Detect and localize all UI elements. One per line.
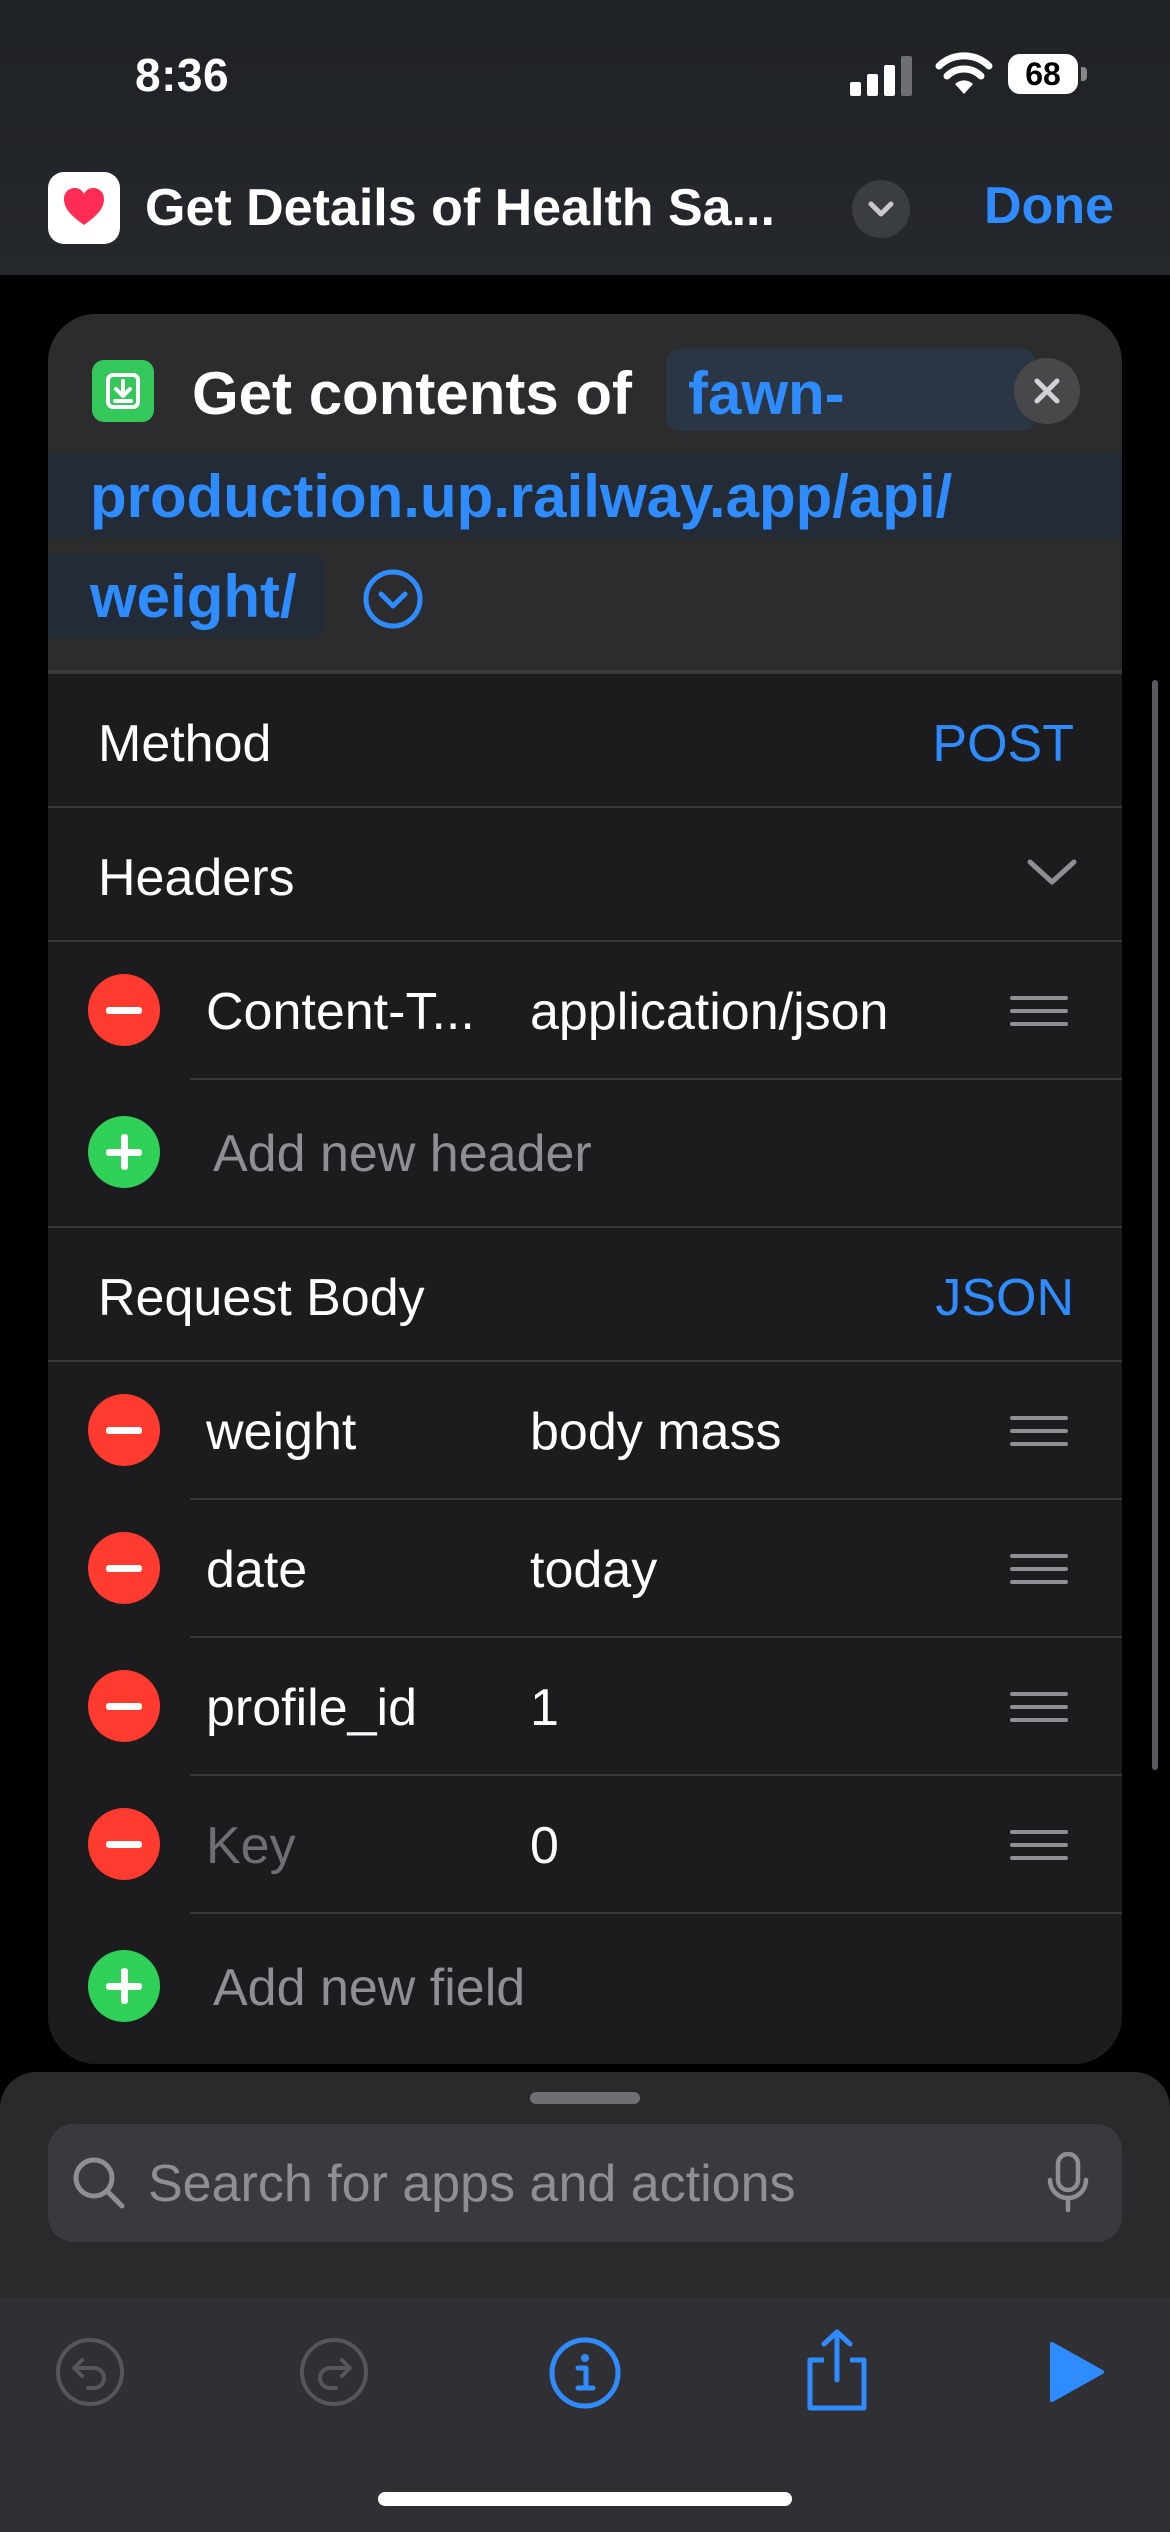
chevron-down-icon[interactable] bbox=[1026, 852, 1078, 892]
reorder-handle-icon[interactable] bbox=[1010, 1554, 1068, 1584]
delete-field-button[interactable] bbox=[88, 1670, 160, 1742]
status-bar: 8:36 68 bbox=[0, 0, 1170, 150]
body-field-row: profile_id 1 bbox=[48, 1638, 1122, 1774]
undo-icon[interactable] bbox=[54, 2336, 126, 2408]
field-key[interactable]: weight bbox=[206, 1402, 356, 1462]
remove-action-button[interactable] bbox=[1014, 358, 1080, 424]
expand-chevron-icon[interactable] bbox=[362, 568, 424, 630]
shortcut-app-icon[interactable] bbox=[48, 172, 120, 244]
body-field-row: Key 0 bbox=[48, 1776, 1122, 1912]
field-value[interactable]: today bbox=[530, 1540, 657, 1600]
body-field-row: date today bbox=[48, 1500, 1122, 1636]
field-key[interactable]: date bbox=[206, 1540, 307, 1600]
field-value[interactable]: 0 bbox=[530, 1816, 559, 1876]
header-key[interactable]: Content-T... bbox=[206, 982, 475, 1042]
battery-level: 68 bbox=[1025, 56, 1061, 92]
scrollbar[interactable] bbox=[1152, 680, 1158, 1770]
reorder-handle-icon[interactable] bbox=[1010, 1692, 1068, 1722]
reorder-handle-icon[interactable] bbox=[1010, 1830, 1068, 1860]
search-field[interactable]: Search for apps and actions bbox=[48, 2124, 1122, 2242]
field-value[interactable]: 1 bbox=[530, 1678, 559, 1738]
header-item: Content-T... application/json bbox=[48, 942, 1122, 1078]
battery-indicator: 68 bbox=[1008, 54, 1088, 96]
add-field-button[interactable] bbox=[88, 1950, 160, 2022]
redo-icon[interactable] bbox=[298, 2336, 370, 2408]
done-button[interactable]: Done bbox=[984, 176, 1114, 236]
heart-icon bbox=[64, 188, 104, 225]
url-text-line1[interactable]: fawn- bbox=[688, 359, 845, 428]
add-field-label[interactable]: Add new field bbox=[213, 1958, 525, 2018]
shortcut-title[interactable]: Get Details of Health Sa... bbox=[145, 178, 775, 238]
action-icon bbox=[92, 360, 154, 422]
field-value[interactable]: body mass bbox=[530, 1402, 781, 1462]
headers-label: Headers bbox=[98, 849, 295, 907]
delete-header-button[interactable] bbox=[88, 974, 160, 1046]
info-icon[interactable] bbox=[548, 2336, 622, 2410]
play-icon[interactable] bbox=[1046, 2340, 1106, 2404]
status-time: 8:36 bbox=[135, 49, 230, 101]
action-title: Get contents of bbox=[192, 360, 633, 427]
search-placeholder: Search for apps and actions bbox=[148, 2155, 796, 2213]
home-indicator bbox=[378, 2492, 792, 2506]
delete-field-button[interactable] bbox=[88, 1808, 160, 1880]
request-body-row[interactable]: Request Body JSON bbox=[48, 1228, 1122, 1360]
add-header-button[interactable] bbox=[88, 1116, 160, 1188]
cellular-signal-icon bbox=[850, 56, 912, 96]
search-icon bbox=[73, 2157, 125, 2209]
field-key[interactable]: Key bbox=[206, 1816, 296, 1876]
action-header: Get contents of fawn- production.up.rail… bbox=[48, 314, 1122, 674]
action-search-drawer: Search for apps and actions bbox=[0, 2072, 1170, 2532]
wifi-icon bbox=[935, 52, 993, 94]
body-field-row: weight body mass bbox=[48, 1362, 1122, 1498]
reorder-handle-icon[interactable] bbox=[1010, 996, 1068, 1026]
request-body-label: Request Body bbox=[98, 1269, 425, 1327]
reorder-handle-icon[interactable] bbox=[1010, 1416, 1068, 1446]
action-card: Get contents of fawn- production.up.rail… bbox=[48, 314, 1122, 2064]
chevron-down-icon bbox=[868, 201, 894, 217]
method-label: Method bbox=[98, 715, 272, 773]
add-header-label[interactable]: Add new header bbox=[213, 1124, 592, 1184]
add-field-row[interactable]: Add new field bbox=[48, 1914, 1122, 2064]
url-text-line3[interactable]: weight/ bbox=[90, 562, 297, 631]
title-menu-button[interactable] bbox=[852, 180, 910, 238]
request-body-type[interactable]: JSON bbox=[935, 1268, 1074, 1328]
url-text-line2[interactable]: production.up.railway.app/api/ bbox=[90, 462, 952, 531]
mic-icon[interactable] bbox=[1046, 2152, 1090, 2214]
header-value[interactable]: application/json bbox=[530, 982, 888, 1042]
method-value[interactable]: POST bbox=[932, 714, 1074, 774]
delete-field-button[interactable] bbox=[88, 1394, 160, 1466]
drawer-grabber[interactable] bbox=[530, 2092, 640, 2104]
top-bar: 8:36 68 Get Details of Health Sa... Done bbox=[0, 0, 1170, 275]
field-key[interactable]: profile_id bbox=[206, 1678, 417, 1738]
add-header-row[interactable]: Add new header bbox=[48, 1080, 1122, 1226]
close-icon bbox=[1034, 378, 1060, 404]
share-icon[interactable] bbox=[802, 2328, 872, 2412]
method-row[interactable]: Method POST bbox=[48, 674, 1122, 806]
download-icon bbox=[106, 373, 140, 409]
delete-field-button[interactable] bbox=[88, 1532, 160, 1604]
headers-row[interactable]: Headers bbox=[48, 808, 1122, 940]
